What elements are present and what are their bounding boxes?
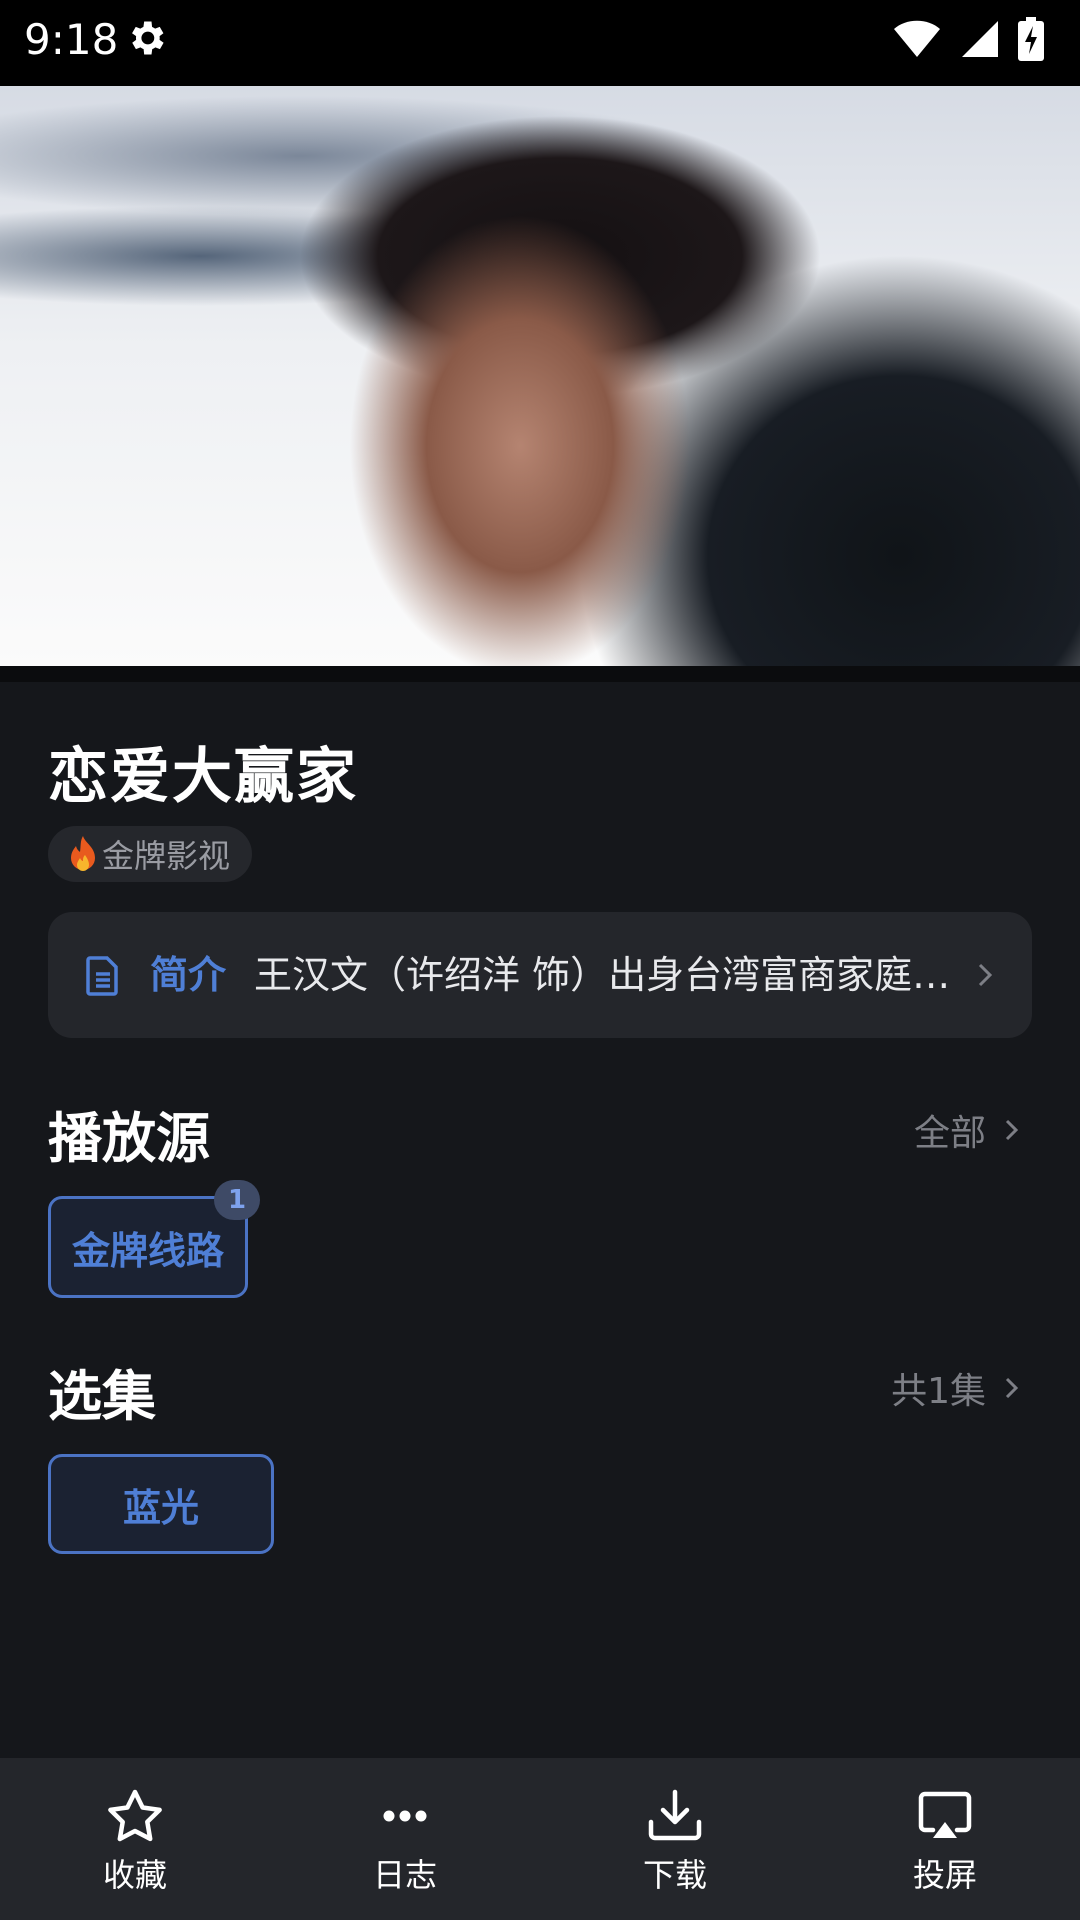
source-tag-label: 金牌影视	[102, 837, 231, 875]
status-bar: 9:18	[0, 0, 1080, 86]
play-source-title: 播放源	[48, 1107, 210, 1170]
flame-icon	[71, 836, 95, 871]
play-source-all-link[interactable]: 全部	[914, 1104, 1020, 1156]
source-tag: 金牌影视	[48, 826, 253, 882]
intro-text: 王汉文（许绍洋 饰）出身台湾富商家庭…	[254, 953, 951, 997]
video-divider	[0, 666, 1080, 682]
battery-icon	[1018, 17, 1044, 61]
video-player[interactable]	[0, 86, 1080, 666]
episodes-count-link[interactable]: 共1集	[891, 1362, 1020, 1414]
episode-button-bluray[interactable]: 蓝光	[48, 1454, 274, 1554]
cast-icon	[918, 1791, 972, 1838]
movie-title: 恋爱大赢家	[48, 742, 358, 812]
document-icon	[86, 956, 118, 996]
wifi-icon	[894, 20, 940, 57]
intro-label: 简介	[150, 953, 227, 997]
cast-button[interactable]: 投屏	[810, 1758, 1080, 1920]
signal-icon	[962, 21, 998, 57]
download-label: 下载	[642, 1856, 707, 1894]
favorite-button[interactable]: 收藏	[0, 1758, 270, 1920]
favorite-label: 收藏	[102, 1856, 167, 1894]
play-source-all-label: 全部	[913, 1113, 986, 1154]
episodes-count-label: 共1集	[891, 1371, 986, 1412]
log-label: 日志	[372, 1856, 437, 1894]
episodes-title: 选集	[48, 1365, 156, 1428]
chevron-right-icon	[1005, 1377, 1019, 1399]
chevron-right-icon	[1005, 1119, 1019, 1141]
more-dots-icon	[383, 1810, 427, 1822]
status-time: 9:18	[24, 15, 119, 64]
intro-card[interactable]: 简介 王汉文（许绍洋 饰）出身台湾富商家庭…	[48, 912, 1032, 1038]
bottom-action-bar: 收藏 日志 下载 投屏	[0, 1758, 1080, 1920]
settings-gear-icon	[132, 21, 164, 55]
cast-label: 投屏	[912, 1856, 977, 1894]
chevron-right-icon	[978, 963, 993, 987]
download-button[interactable]: 下载	[540, 1758, 810, 1920]
star-icon	[108, 1789, 162, 1842]
log-button[interactable]: 日志	[270, 1758, 540, 1920]
source-count-badge: 1	[214, 1180, 260, 1220]
download-icon	[648, 1789, 702, 1841]
